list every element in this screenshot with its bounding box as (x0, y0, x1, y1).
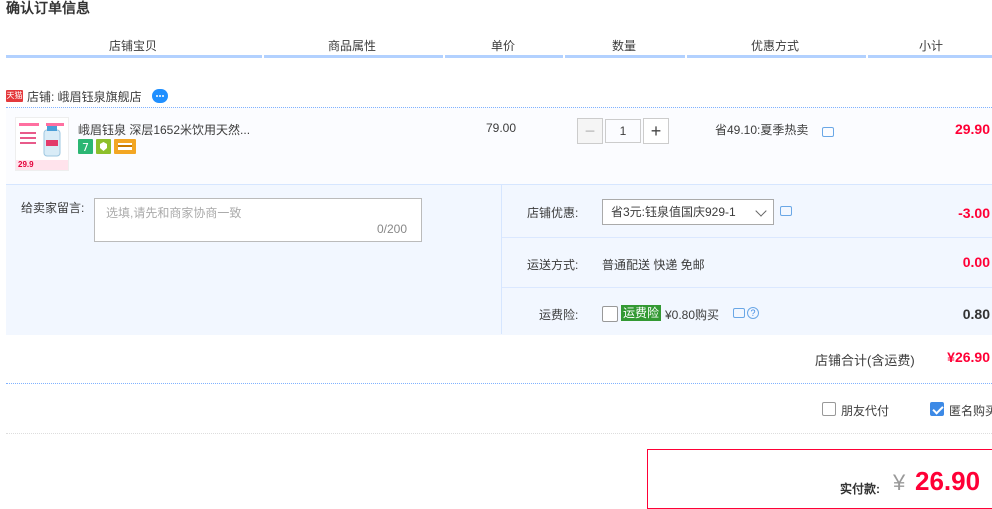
friend-pay-checkbox[interactable] (822, 402, 836, 416)
header-line (6, 55, 992, 58)
header-sep (866, 55, 868, 58)
header-sep (685, 55, 687, 58)
guarantee-icon[interactable] (96, 139, 111, 154)
page-title: 确认订单信息 (6, 0, 90, 16)
product-thumbnail[interactable]: 29.9 (15, 117, 69, 171)
insurance-checkbox[interactable] (602, 306, 618, 322)
shop-total-label: 店铺合计(含运费) (815, 353, 915, 368)
friend-pay-label[interactable]: 朋友代付 (841, 402, 889, 419)
shipping-method: 普通配送 快递 免邮 (602, 258, 705, 272)
insurance-price: ¥0.80购买 (665, 308, 720, 322)
item-subtotal: 29.90 (954, 121, 990, 137)
header-sep (262, 55, 264, 58)
col-header-attr: 商品属性 (327, 39, 377, 53)
shop-discount-amount: -3.00 (958, 205, 990, 221)
payment-amount: 26.90 (915, 466, 981, 496)
shop-discount-label: 店铺优惠: (527, 206, 579, 220)
shop-total-amount: ¥26.90 (947, 349, 990, 365)
col-header-price: 单价 (490, 39, 516, 53)
shop-discount-select[interactable]: 省3元:钰泉值国庆929-1 (602, 199, 774, 225)
shop-name[interactable]: 店铺: 峨眉钰泉旗舰店 (27, 88, 142, 105)
discount-comment-icon[interactable] (780, 206, 792, 216)
insurance-amount: 0.80 (962, 306, 990, 322)
product-name-link[interactable]: 峨眉钰泉 深层1652米饮用天然... (78, 121, 268, 138)
insurance-tag: 运费险 (621, 305, 662, 321)
col-header-item: 店铺宝贝 (108, 39, 158, 53)
shipping-label: 运送方式: (527, 258, 579, 272)
chevron-down-icon (755, 205, 767, 217)
chat-icon[interactable] (151, 89, 168, 103)
row-divider (502, 237, 992, 238)
quantity-stepper: − 1 + (577, 118, 669, 144)
quantity-increase-button[interactable]: + (643, 118, 669, 144)
payment-label: 实付款: (840, 482, 880, 496)
tmall-icon: 天猫 (6, 90, 23, 102)
svg-text:7: 7 (82, 141, 89, 154)
unit-price: 79.00 (486, 121, 517, 135)
header-sep (443, 55, 445, 58)
insurance-label: 运费险: (539, 308, 579, 322)
anonymous-label[interactable]: 匿名购买 (949, 402, 992, 419)
col-header-subtotal: 小计 (918, 39, 944, 53)
seven-day-return-icon[interactable]: 7 (78, 139, 93, 154)
message-char-count: 0/200 (377, 222, 408, 236)
shipping-amount: 0.00 (962, 254, 990, 270)
panel-divider (501, 184, 502, 334)
payment-currency: ¥ (893, 470, 906, 495)
payment-card-icon[interactable] (114, 139, 136, 154)
item-row (6, 107, 992, 184)
promo-text: 省49.10:夏季热卖 (715, 123, 809, 137)
total-divider (6, 383, 992, 385)
col-header-promo: 优惠方式 (750, 39, 800, 53)
shop-row: 天猫 店铺: 峨眉钰泉旗舰店 (6, 86, 168, 106)
anonymous-checkbox[interactable] (930, 402, 944, 416)
promo-comment-icon[interactable] (822, 127, 834, 137)
insurance-comment-icon[interactable] (733, 308, 745, 318)
message-placeholder: 选填,请先和商家协商一致 (106, 206, 242, 220)
col-header-qty: 数量 (611, 39, 637, 53)
message-label: 给卖家留言: (21, 201, 85, 215)
quantity-input[interactable]: 1 (605, 119, 641, 143)
service-badges: 7 (78, 139, 136, 154)
help-icon[interactable]: ? (747, 307, 759, 319)
row-divider (502, 287, 992, 288)
thumb-price: 29.9 (18, 160, 34, 169)
shop-discount-value: 省3元:钰泉值国庆929-1 (611, 205, 736, 219)
quantity-decrease-button[interactable]: − (577, 118, 603, 144)
header-sep (563, 55, 565, 58)
options-divider (6, 433, 992, 435)
